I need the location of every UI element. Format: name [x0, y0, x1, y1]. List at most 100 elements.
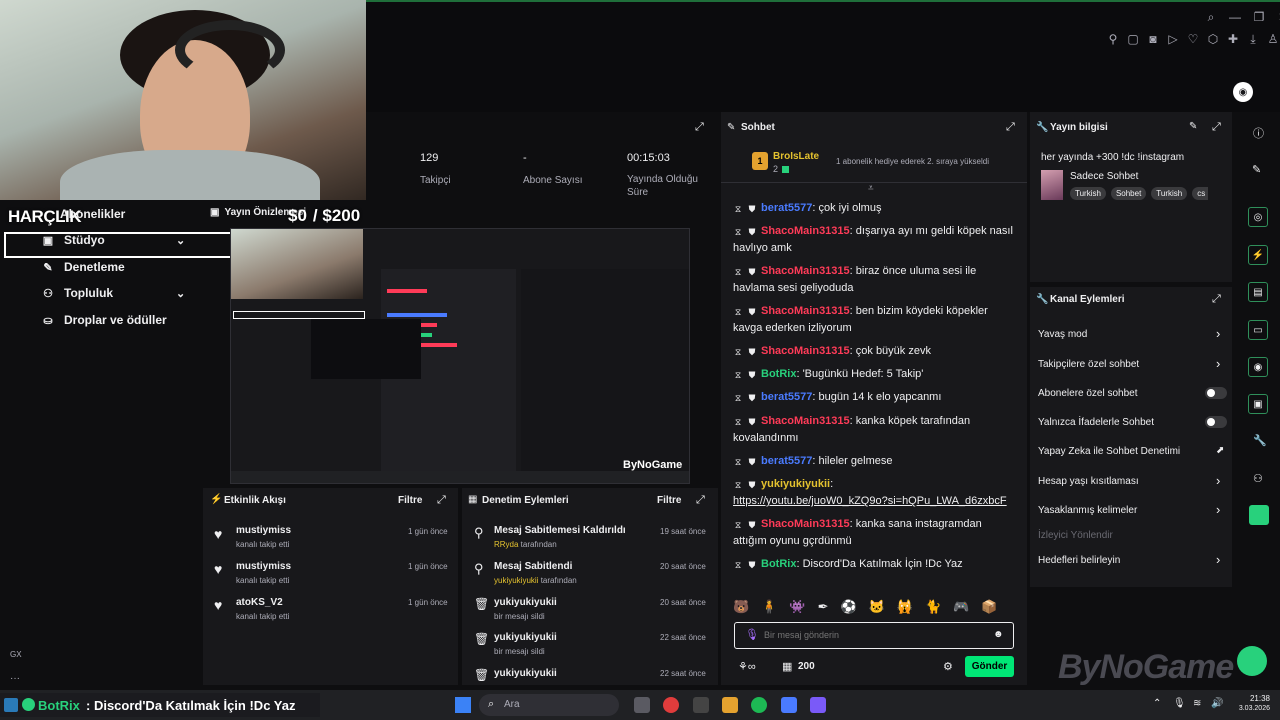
subs-only-toggle[interactable] — [1205, 387, 1227, 399]
tag[interactable]: Turkish — [1151, 187, 1188, 200]
chat-username[interactable]: ShacoMain31315 — [761, 265, 850, 277]
whatsapp-icon[interactable] — [1237, 646, 1267, 676]
timeout-icon[interactable]: ⧖ — [733, 560, 743, 570]
sidebar-item-studio[interactable]: ▣ Stüdyo ⌄ — [42, 233, 185, 247]
chat-username[interactable]: ShacoMain31315 — [761, 415, 850, 427]
channel-action-banned-words[interactable]: Yasaklanmış kelimeler — [1038, 505, 1137, 516]
extensions-icon[interactable]: ✚ — [1224, 30, 1242, 48]
profile-icon[interactable]: ♙ — [1264, 30, 1280, 48]
mod-event-name[interactable]: yukiyukiyukii — [494, 632, 557, 643]
mod-event-name[interactable]: yukiyukiyukii — [494, 597, 557, 608]
maximize-icon[interactable]: ❐ — [1250, 8, 1268, 26]
chevron-right-icon[interactable]: › — [1216, 552, 1220, 567]
chevron-up-icon[interactable]: ⌃ — [1153, 698, 1161, 709]
rail-chat-button[interactable]: ▭ — [1248, 320, 1268, 340]
activity-filter-button[interactable]: Filtre — [398, 495, 422, 506]
chat-username[interactable]: ShacoMain31315 — [761, 305, 850, 317]
camera-icon[interactable]: ◙ — [1144, 30, 1162, 48]
timeout-icon[interactable]: ⧖ — [733, 347, 743, 357]
chat-username[interactable]: BotRix — [761, 368, 796, 380]
channel-action-followers-only[interactable]: Takipçilere özel sohbet — [1038, 359, 1139, 370]
emote-icon[interactable]: 🐻 — [733, 599, 749, 615]
pencil-icon[interactable]: ✎ — [1252, 163, 1261, 176]
wrench-icon[interactable]: 🔧 — [1253, 434, 1267, 447]
start-icon[interactable] — [455, 697, 471, 713]
emote-icon[interactable]: ✒ — [818, 599, 829, 615]
chevron-right-icon[interactable]: › — [1216, 326, 1220, 341]
chat-input[interactable] — [764, 625, 984, 645]
emote-icon[interactable]: 👾 — [789, 599, 805, 615]
emote-icon[interactable]: 🎮 — [953, 599, 969, 615]
chat-link[interactable]: https://youtu.be/juoW0_kZQ9o?si=hQPu_LWA… — [733, 495, 1007, 507]
popout-icon[interactable]: ⤢ — [1212, 293, 1221, 306]
timeout-icon[interactable]: ⧖ — [733, 520, 743, 530]
tag[interactable]: Turkish — [1070, 187, 1106, 200]
chat-username[interactable]: ShacoMain31315 — [761, 345, 850, 357]
rail-green-button[interactable] — [1249, 505, 1269, 525]
channel-action-slow-mode[interactable]: Yavaş mod — [1038, 329, 1087, 340]
spotify-icon[interactable] — [751, 697, 767, 713]
rail-clipboard-button[interactable]: ▤ — [1248, 282, 1268, 302]
taskbar-search-box[interactable] — [479, 694, 619, 716]
popout-icon[interactable]: ⤢ — [1006, 121, 1015, 134]
avatar[interactable]: ◉ — [1233, 82, 1253, 102]
search-icon[interactable]: ⌕ — [1202, 8, 1220, 26]
play-icon[interactable]: ▷ — [1164, 30, 1182, 48]
opera-icon[interactable] — [663, 697, 679, 713]
timeout-icon[interactable]: ⧖ — [733, 417, 743, 427]
task-view-icon[interactable] — [634, 697, 650, 713]
chat-username[interactable]: BotRix — [761, 558, 796, 570]
timeout-icon[interactable]: ⧖ — [733, 393, 743, 403]
folder-icon[interactable] — [722, 697, 738, 713]
popout-icon[interactable]: ⤢ — [695, 121, 704, 134]
timeout-icon[interactable]: ⧖ — [733, 480, 743, 490]
external-link-icon[interactable]: ⬈ — [1216, 445, 1224, 456]
timeout-icon[interactable]: ⧖ — [733, 204, 743, 214]
collapse-icon[interactable]: ⩡ — [868, 183, 874, 194]
pinned-user[interactable]: BroIsLate — [773, 151, 819, 162]
chat-username[interactable]: ShacoMain31315 — [761, 225, 850, 237]
rail-camera-button[interactable]: ◎ — [1248, 207, 1268, 227]
event-name[interactable]: mustiymiss — [236, 561, 291, 572]
mic-icon[interactable]: 🎙 — [745, 628, 759, 641]
channel-points-icon[interactable]: ⚘∞ — [738, 660, 756, 673]
emote-icon[interactable]: 🧍 — [761, 599, 777, 615]
emote-icon[interactable]: ⚽ — [840, 599, 856, 615]
discord-icon[interactable] — [810, 697, 826, 713]
info-icon[interactable]: ⓘ — [1253, 125, 1264, 141]
box-icon[interactable]: ⬡ — [1204, 30, 1222, 48]
mod-event-by[interactable]: yukiyukiyukii — [494, 576, 538, 585]
popout-icon[interactable]: ⤢ — [1212, 121, 1221, 134]
community-icon[interactable]: ⚇ — [1253, 472, 1263, 485]
sidebar-item-abonelikler[interactable]: Abonelikler — [60, 207, 125, 221]
sidebar-item-denetleme[interactable]: ✎ Denetleme — [42, 260, 124, 274]
tag[interactable]: cs — [1192, 187, 1209, 200]
popout-icon[interactable]: ⤢ — [696, 494, 705, 507]
mic-icon[interactable]: 🎙 — [1173, 698, 1186, 709]
emote-icon[interactable]: 🐱 — [869, 599, 885, 615]
sidebar-item-droplar[interactable]: ⛀ Droplar ve ödüller — [42, 313, 166, 327]
timeout-icon[interactable]: ⧖ — [733, 370, 743, 380]
chat-username[interactable]: berat5577 — [761, 202, 812, 214]
chevron-right-icon[interactable]: › — [1216, 502, 1220, 517]
app-icon[interactable] — [693, 697, 709, 713]
mod-event-by[interactable]: RRyda — [494, 540, 518, 549]
sidebar-item-topluluk[interactable]: ⚇ Topluluk ⌄ — [42, 286, 185, 300]
tag[interactable]: Sohbet — [1110, 187, 1147, 200]
emote-icon[interactable]: 🐈 — [925, 599, 941, 615]
tab-icon[interactable]: ▢ — [1124, 30, 1142, 48]
emoji-icon[interactable]: ☻ — [993, 629, 1004, 640]
channel-action-emote-only[interactable]: Yalnızca İfadelerle Sohbet — [1038, 417, 1154, 428]
chat-username[interactable]: ShacoMain31315 — [761, 518, 850, 530]
download-icon[interactable]: ⤓ — [1244, 30, 1262, 48]
more-icon[interactable]: ··· — [10, 673, 20, 684]
emote-only-toggle[interactable] — [1205, 416, 1227, 428]
event-name[interactable]: atoKS_V2 — [236, 597, 283, 608]
popout-icon[interactable]: ⤢ — [437, 494, 446, 507]
edit-icon[interactable]: ✎ — [1189, 121, 1197, 132]
send-button[interactable]: Gönder — [965, 656, 1014, 677]
minimize-icon[interactable]: — — [1226, 8, 1244, 26]
timeout-icon[interactable]: ⧖ — [733, 457, 743, 467]
channel-action-subs-only[interactable]: Abonelere özel sohbet — [1038, 388, 1138, 399]
rail-broadcast-button[interactable]: ◉ — [1248, 357, 1268, 377]
